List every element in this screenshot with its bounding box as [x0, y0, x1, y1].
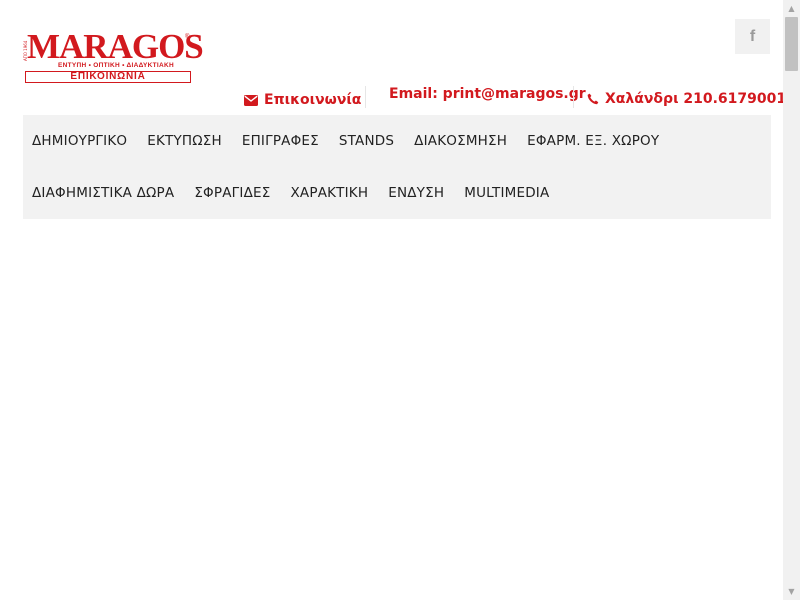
envelope-icon [244, 94, 258, 106]
nav-item-charaktiki[interactable]: ΧΑΡΑΚΤΙΚΗ [280, 185, 378, 201]
nav-item-multimedia[interactable]: MULTIMEDIA [454, 185, 559, 201]
scroll-up-arrow-icon[interactable]: ▲ [783, 0, 800, 17]
logo-wordmark: MARAGOS [27, 27, 204, 66]
contact-divider [365, 86, 366, 108]
contact-link[interactable]: Επικοινωνία [244, 92, 361, 108]
scroll-down-arrow-icon[interactable]: ▼ [783, 583, 800, 600]
nav-item-dimiourgiko[interactable]: ΔΗΜΙΟΥΡΓΙΚΟ [23, 133, 137, 149]
nav-item-diafimistika-dora[interactable]: ΔΙΑΦΗΜΙΣΤΙΚΑ ΔΩΡΑ [23, 185, 184, 201]
contact-divider [573, 86, 574, 108]
nav-item-ektyposi[interactable]: ΕΚΤΥΠΩΣΗ [137, 133, 232, 149]
email-label: Email: print@maragos.gr [389, 86, 586, 102]
scrollbar-thumb[interactable] [785, 17, 798, 71]
nav-item-diakosmisi[interactable]: ΔΙΑΚΟΣΜΗΣΗ [404, 133, 517, 149]
page: ΑΠΟ 1964 MARAGOS ® ΕΝΤΥΠΗ • ΟΠΤΙΚΗ • ΔΙΑ… [0, 0, 786, 600]
main-navigation: ΔΗΜΙΟΥΡΓΙΚΟ ΕΚΤΥΠΩΣΗ ΕΠΙΓΡΑΦΕΣ STANDS ΔΙ… [23, 115, 771, 219]
nav-item-efarm-ex-chorou[interactable]: ΕΦΑΡΜ. ΕΞ. ΧΩΡΟΥ [517, 133, 669, 149]
contact-link-label: Επικοινωνία [264, 92, 362, 108]
contact-bar: Επικοινωνία Email: print@maragos.gr Χαλά… [0, 84, 786, 114]
phone-link[interactable]: Χαλάνδρι 210.6179001 [587, 91, 786, 107]
nav-item-epigrafes[interactable]: ΕΠΙΓΡΑΦΕΣ [232, 133, 329, 149]
phone-label: Χαλάνδρι 210.6179001 [605, 91, 787, 107]
email-link[interactable]: Email: print@maragos.gr [389, 86, 586, 102]
nav-item-stands[interactable]: STANDS [329, 133, 404, 149]
vertical-scrollbar[interactable]: ▲ ▼ [783, 0, 800, 600]
logo-subtitle: ΕΠΙΚΟΙΝΩΝΙΑ [25, 71, 191, 83]
nav-item-endysi[interactable]: ΕΝΔΥΣΗ [378, 185, 454, 201]
nav-item-sfragides[interactable]: ΣΦΡΑΓΙΔΕΣ [184, 185, 280, 201]
logo-tagline: ΕΝΤΥΠΗ • ΟΠΤΙΚΗ • ΔΙΑΔΥΚΤΙΑΚΗ [57, 62, 174, 69]
facebook-button[interactable]: f [735, 19, 770, 54]
facebook-icon: f [749, 27, 756, 45]
nav-row: ΔΙΑΦΗΜΙΣΤΙΚΑ ΔΩΡΑ ΣΦΡΑΓΙΔΕΣ ΧΑΡΑΚΤΙΚΗ ΕΝ… [23, 167, 559, 219]
logo-registered-mark: ® [185, 34, 190, 40]
maragos-logo[interactable]: ΑΠΟ 1964 MARAGOS ® ΕΝΤΥΠΗ • ΟΠΤΙΚΗ • ΔΙΑ… [23, 29, 204, 86]
phone-icon [587, 93, 599, 105]
nav-row: ΔΗΜΙΟΥΡΓΙΚΟ ΕΚΤΥΠΩΣΗ ΕΠΙΓΡΑΦΕΣ STANDS ΔΙ… [23, 115, 669, 167]
